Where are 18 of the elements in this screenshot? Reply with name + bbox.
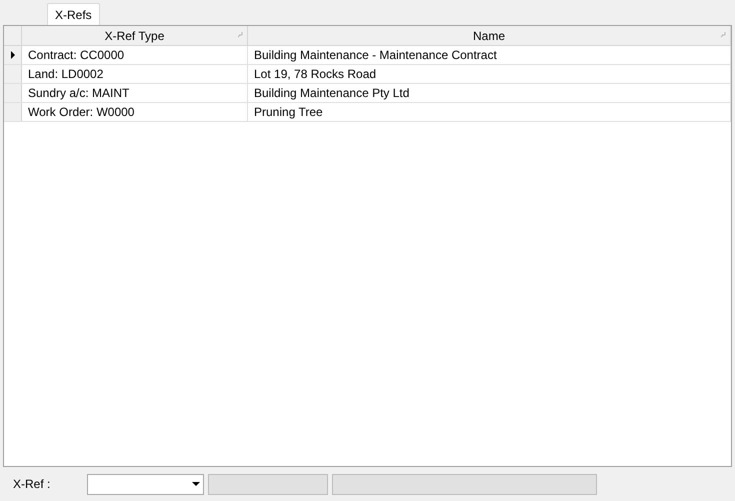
table-cell: Building Maintenance Pty Ltd	[248, 84, 731, 102]
row-header[interactable]	[4, 46, 22, 64]
table-cell: Work Order: W0000	[22, 103, 248, 121]
tab[interactable]: X-Refs	[47, 3, 100, 25]
table-cell: Contract: CC0000	[22, 46, 248, 64]
pin-icon	[721, 32, 726, 38]
table-cell: Pruning Tree	[248, 103, 731, 121]
table-cell: Lot 19, 78 Rocks Road	[248, 65, 731, 83]
table-cell: Building Maintenance - Maintenance Contract	[248, 46, 731, 64]
dropdown[interactable]	[87, 474, 204, 494]
caret-icon	[192, 482, 200, 486]
pin-icon	[238, 32, 243, 38]
table-cell: Land: LD0002	[22, 65, 248, 83]
row-pointer-icon	[10, 51, 14, 59]
field-label: X-Ref :	[13, 476, 52, 493]
column-header[interactable]: X-Ref Type	[104, 26, 164, 44]
column-header[interactable]: Name	[472, 26, 505, 44]
table-cell: Sundry a/c: MAINT	[22, 84, 248, 102]
